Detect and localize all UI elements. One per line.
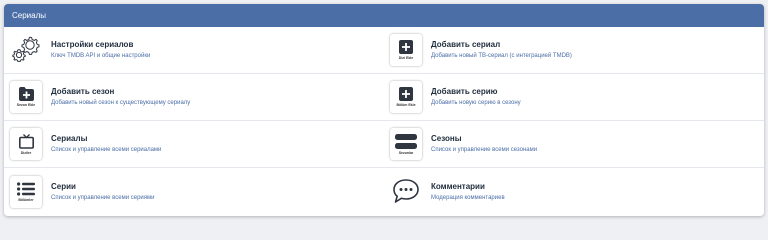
menu-item-description: Ключ TMDB API и общие настройки	[51, 53, 151, 59]
menu-item-description: Добавить новый сезон к существующему сер…	[51, 100, 191, 106]
menu-item-text: Добавить серию Добавить новую серию в се…	[431, 86, 521, 108]
menu-item-title: Серии	[51, 181, 76, 191]
menu-item-add-episode[interactable]: Bölüm Ekle Добавить серию Добавить новую…	[384, 74, 764, 121]
icon-tile: Bölümler	[10, 175, 42, 208]
menu-item-add-season[interactable]: Sezon Ekle Добавить сезон Добавить новый…	[4, 74, 384, 121]
menu-item-comments[interactable]: Комментарии Модерация комментариев	[384, 168, 764, 215]
comment-dots-icon	[393, 178, 419, 203]
menu-item-description: Добавить новую серию в сезону	[431, 100, 521, 106]
icon-caption: Sezon Ekle	[16, 103, 36, 107]
menu-item-add-series[interactable]: Dizi Ekle Добавить сериал Добавить новый…	[384, 27, 764, 74]
menu-item-description: Добавить новый ТВ-сериал (с интеграцией …	[431, 53, 572, 59]
menu-grid: Настройки сериалов Ключ TMDB API и общие…	[4, 27, 764, 215]
tv-icon	[18, 133, 34, 149]
menu-item-title: Комментарии	[431, 181, 485, 191]
menu-item-episodes-list[interactable]: Bölümler Серии Список и управление всеми…	[4, 168, 384, 215]
icon-caption: Diziler	[20, 150, 32, 155]
list-icon	[17, 181, 35, 196]
icon-caption: Bölüm Ekle	[396, 103, 416, 107]
menu-item-text: Сезоны Список и управление всеми сезонам…	[431, 133, 537, 155]
menu-item-title: Настройки сериалов	[51, 40, 134, 49]
menu-item-title: Сериалы	[51, 134, 88, 143]
menu-item-title: Добавить серию	[431, 87, 498, 96]
icon-caption: Bölümler	[18, 197, 34, 202]
icon-tile	[10, 34, 42, 66]
menu-item-text: Добавить сезон Добавить новый сезон к су…	[51, 86, 190, 108]
icon-tile: Dizi Ekle	[390, 34, 422, 66]
icon-tile: Sezonlar	[390, 128, 422, 160]
menu-item-description: Список и управление всеми сезонами	[431, 147, 538, 153]
menu-item-text: Комментарии Модерация комментариев	[431, 181, 505, 203]
panel-header: Сериалы	[4, 4, 764, 27]
series-panel: Сериалы Настройки сериалов Ключ TMDB API…	[4, 4, 764, 216]
menu-item-description: Список и управление всеми сериями	[51, 194, 155, 201]
icon-caption: Sezonlar	[398, 150, 414, 155]
menu-item-title: Сезоны	[431, 134, 462, 143]
menu-item-series-settings[interactable]: Настройки сериалов Ключ TMDB API и общие…	[4, 27, 384, 74]
icon-tile	[390, 175, 422, 208]
icon-tile: Bölüm Ekle	[390, 81, 422, 113]
plus-square-icon	[399, 87, 413, 101]
icon-tile: Diziler	[10, 128, 42, 160]
menu-item-text: Настройки сериалов Ключ TMDB API и общие…	[51, 39, 150, 61]
icon-caption: Dizi Ekle	[398, 56, 414, 60]
folder-plus-icon	[18, 87, 34, 101]
plus-square-icon	[399, 40, 413, 54]
menu-item-title: Добавить сезон	[51, 87, 115, 96]
menu-item-seasons-list[interactable]: Sezonlar Сезоны Список и управление всем…	[384, 121, 764, 168]
menu-item-text: Серии Список и управление всеми сериями	[51, 181, 154, 203]
menu-item-title: Добавить сериал	[431, 40, 501, 49]
menu-item-series-list[interactable]: Diziler Сериалы Список и управление всем…	[4, 121, 384, 168]
menu-item-description: Модерация комментариев	[431, 194, 505, 201]
icon-tile: Sezon Ekle	[10, 81, 42, 113]
menu-item-description: Список и управление всеми сериалами	[51, 147, 162, 153]
menu-item-text: Сериалы Список и управление всеми сериал…	[51, 133, 161, 155]
gears-icon	[12, 36, 40, 62]
seasons-bars-icon	[395, 133, 417, 149]
menu-item-text: Добавить сериал Добавить новый ТВ-сериал…	[431, 39, 572, 61]
